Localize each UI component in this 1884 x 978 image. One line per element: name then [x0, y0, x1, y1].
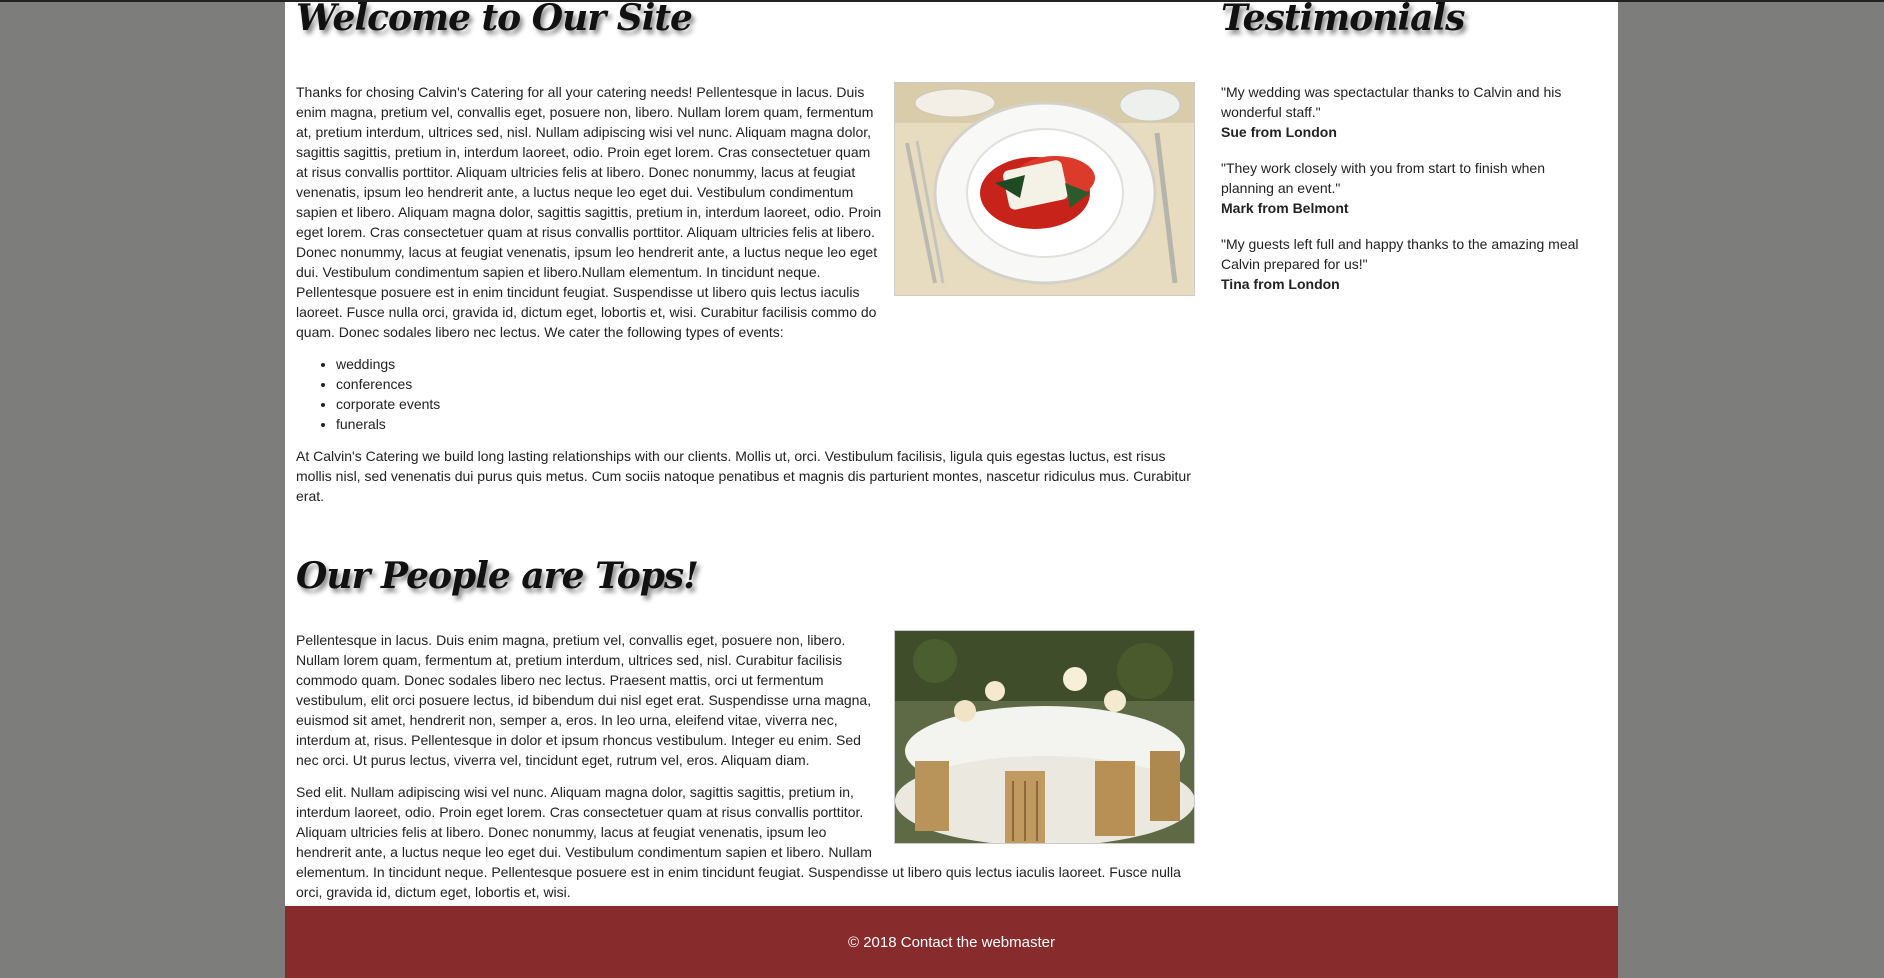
main-content: Welcome to Our Site Thanks for chosing C…: [296, 0, 1195, 914]
testimonial-author: Sue from London: [1221, 124, 1337, 140]
page-container: Welcome to Our Site Thanks for chosing C…: [285, 0, 1618, 906]
footer-copyright: © 2018: [847, 933, 897, 951]
contact-webmaster-link[interactable]: Contact the webmaster: [901, 934, 1055, 951]
event-item: conferences: [336, 374, 1195, 394]
welcome-heading: Welcome to Our Site: [296, 0, 693, 39]
testimonial: "My guests left full and happy thanks to…: [1221, 234, 1583, 294]
event-item: funerals: [336, 414, 1195, 434]
testimonial-quote: "My wedding was spectactular thanks to C…: [1221, 84, 1562, 120]
banquet-hall-image: [894, 630, 1195, 844]
welcome-closing: At Calvin's Catering we build long lasti…: [296, 448, 1191, 504]
testimonial-quote: "My guests left full and happy thanks to…: [1221, 236, 1579, 272]
site-footer: © 2018 Contact the webmaster: [285, 906, 1618, 978]
testimonial: "My wedding was spectactular thanks to C…: [1221, 82, 1583, 142]
event-item: weddings: [336, 354, 1195, 374]
people-heading: Our People are Tops!: [296, 555, 699, 597]
event-type-list: weddings conferences corporate events fu…: [296, 354, 1195, 434]
salad-plate-image: [894, 82, 1195, 296]
testimonial: "They work closely with you from start t…: [1221, 158, 1583, 218]
testimonial-author: Tina from London: [1221, 276, 1340, 292]
testimonial-author: Mark from Belmont: [1221, 200, 1349, 216]
event-item: corporate events: [336, 394, 1195, 414]
testimonials-heading: Testimonials: [1221, 0, 1465, 39]
testimonials-sidebar: Testimonials "My wedding was spectactula…: [1221, 0, 1583, 310]
testimonial-quote: "They work closely with you from start t…: [1221, 160, 1545, 196]
